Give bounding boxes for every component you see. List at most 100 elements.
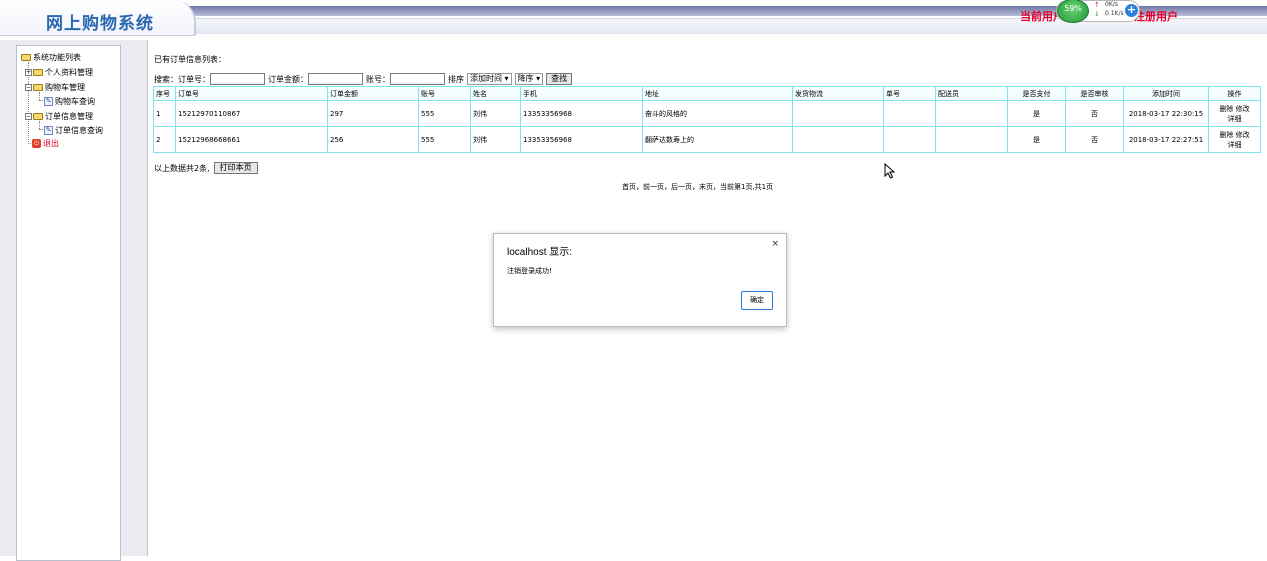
exit-icon: ⏻: [32, 139, 41, 148]
dialog-title: localhost 显示:: [507, 247, 573, 258]
cell-address: 奋斗的风格的: [642, 100, 793, 127]
sidebar-item-order-query[interactable]: ✎ 订单信息查询: [44, 125, 103, 136]
cell-address: 翻萨达数寿上的: [642, 126, 793, 153]
table-row: 2 15212968668661 256 555 刘伟 13353356968 …: [153, 126, 1261, 153]
col-header: 地址: [642, 86, 793, 101]
plus-icon[interactable]: +: [1125, 4, 1138, 17]
cell-tracking: [883, 100, 936, 127]
edit-delete-links[interactable]: 删除 修改: [1211, 104, 1258, 114]
cell-paid: 是: [1007, 126, 1066, 153]
sidebar-item-label: 购物车查询: [55, 97, 95, 106]
sort-field-value: 添加时间: [470, 74, 502, 83]
summary-bar: 以上数据共2条, 打印本页: [154, 162, 258, 174]
col-header: 是否支付: [1007, 86, 1066, 101]
download-speed: 0.1K/s: [1105, 10, 1124, 17]
download-arrow-icon: ↓: [1094, 10, 1100, 18]
tree-connector: [39, 92, 40, 100]
header-bar: 网上购物系统 当前用户 注册用户 59% ↑ 0K/s ↓ 0.1K/s +: [0, 0, 1267, 40]
detail-link[interactable]: 详细: [1211, 140, 1258, 150]
col-header: 添加时间: [1123, 86, 1209, 101]
close-icon[interactable]: ×: [771, 239, 779, 249]
search-bar: 搜索： 订单号： 订单金额： 账号： 排序 添加时间 ▾ 降序 ▾ 查找: [154, 72, 573, 86]
cell-phone: 13353356968: [520, 100, 643, 127]
search-button[interactable]: 查找: [546, 73, 573, 85]
cell-order-no: 15212968668661: [175, 126, 328, 153]
left-frame: 系统功能列表 + 个人资料管理 − 购物车管理 ✎ 购物车查询 − 订单信息管理…: [0, 40, 147, 561]
list-title: 已有订单信息列表：: [154, 55, 226, 64]
order-no-input[interactable]: [210, 73, 265, 85]
cell-name: 刘伟: [470, 100, 521, 127]
cell-added: 2018-03-17 22:27:51: [1123, 126, 1209, 153]
cell-paid: 是: [1007, 100, 1066, 127]
folder-open-icon: [33, 84, 43, 91]
sidebar-item-orders[interactable]: − 订单信息管理: [25, 111, 93, 122]
col-header: 账号: [418, 86, 471, 101]
amount-input[interactable]: [308, 73, 363, 85]
collapse-minus-icon[interactable]: −: [25, 113, 32, 120]
amount-label: 订单金额：: [268, 74, 308, 84]
chevron-down-icon: ▾: [536, 74, 541, 83]
sort-field-select[interactable]: 添加时间 ▾: [467, 73, 512, 85]
col-header: 手机: [520, 86, 643, 101]
cell-courier: [935, 100, 1008, 127]
upload-speed: 0K/s: [1105, 1, 1118, 8]
tree-root[interactable]: 系统功能列表: [21, 52, 81, 63]
detail-link[interactable]: 详细: [1211, 114, 1258, 124]
pagination[interactable]: 首页，前一页，后一页，末页，当前第1页,共1页: [622, 182, 773, 192]
alert-dialog: localhost 显示: × 注销登录成功! 确定: [493, 233, 787, 327]
cell-amount: 256: [327, 126, 419, 153]
sidebar-item-label: 个人资料管理: [45, 68, 93, 77]
cell-tracking: [883, 126, 936, 153]
sidebar-item-cart-query[interactable]: ✎ 购物车查询: [44, 96, 95, 107]
collapse-minus-icon[interactable]: −: [25, 84, 32, 91]
cell-account: 555: [418, 126, 471, 153]
sidebar-item-cart[interactable]: − 购物车管理: [25, 82, 85, 93]
sidebar-item-profile[interactable]: + 个人资料管理: [25, 67, 93, 78]
col-header: 序号: [153, 86, 176, 101]
col-header: 订单号: [175, 86, 328, 101]
col-header: 配送员: [935, 86, 1008, 101]
expand-plus-icon[interactable]: +: [25, 69, 32, 76]
cell-no: 1: [153, 100, 176, 127]
site-title: 网上购物系统: [46, 14, 154, 34]
account-input[interactable]: [390, 73, 445, 85]
tree-root-label: 系统功能列表: [33, 53, 81, 62]
ok-button[interactable]: 确定: [741, 291, 773, 310]
cell-reviewed: 否: [1065, 100, 1124, 127]
order-no-label: 订单号：: [178, 74, 210, 84]
search-prefix-label: 搜索：: [154, 74, 178, 84]
col-header: 是否审核: [1065, 86, 1124, 101]
sidebar-item-label: 购物车管理: [45, 83, 85, 92]
network-speed-widget[interactable]: 59% ↑ 0K/s ↓ 0.1K/s +: [1056, 0, 1140, 23]
page-edit-icon: ✎: [44, 126, 53, 135]
edit-delete-links[interactable]: 删除 修改: [1211, 130, 1258, 140]
print-button[interactable]: 打印本页: [213, 162, 258, 174]
dialog-message: 注销登录成功!: [507, 267, 552, 275]
cell-phone: 13353356968: [520, 126, 643, 153]
sidebar-item-label: 订单信息查询: [55, 126, 103, 135]
col-header: 姓名: [470, 86, 521, 101]
record-count: 以上数据共2条,: [154, 163, 210, 173]
sidebar-tree: 系统功能列表 + 个人资料管理 − 购物车管理 ✎ 购物车查询 − 订单信息管理…: [16, 45, 121, 561]
account-label: 账号：: [366, 74, 390, 84]
folder-open-icon: [21, 54, 31, 61]
col-header: 操作: [1208, 86, 1261, 101]
user-info-role: 注册用户: [1134, 10, 1178, 23]
sort-order-value: 降序: [517, 74, 534, 83]
sidebar-item-label: 订单信息管理: [45, 112, 93, 121]
folder-icon: [33, 69, 43, 76]
col-header: 发货物流: [792, 86, 884, 101]
sort-order-select[interactable]: 降序 ▾: [514, 73, 544, 85]
orders-table: 序号 订单号 订单金额 账号 姓名 手机 地址 发货物流 单号 配送员 是否支付…: [153, 86, 1261, 153]
cell-reviewed: 否: [1065, 126, 1124, 153]
cell-logistics: [792, 100, 884, 127]
sidebar-item-logout[interactable]: ⏻ 退出: [32, 138, 59, 149]
cell-courier: [935, 126, 1008, 153]
upload-arrow-icon: ↑: [1094, 1, 1100, 9]
chevron-down-icon: ▾: [504, 74, 509, 83]
table-row: 1 15212970110867 297 555 刘伟 13353356968 …: [153, 100, 1261, 127]
cell-account: 555: [418, 100, 471, 127]
cell-actions: 删除 修改 详细: [1208, 100, 1261, 127]
sort-label: 排序: [448, 74, 464, 84]
cell-name: 刘伟: [470, 126, 521, 153]
